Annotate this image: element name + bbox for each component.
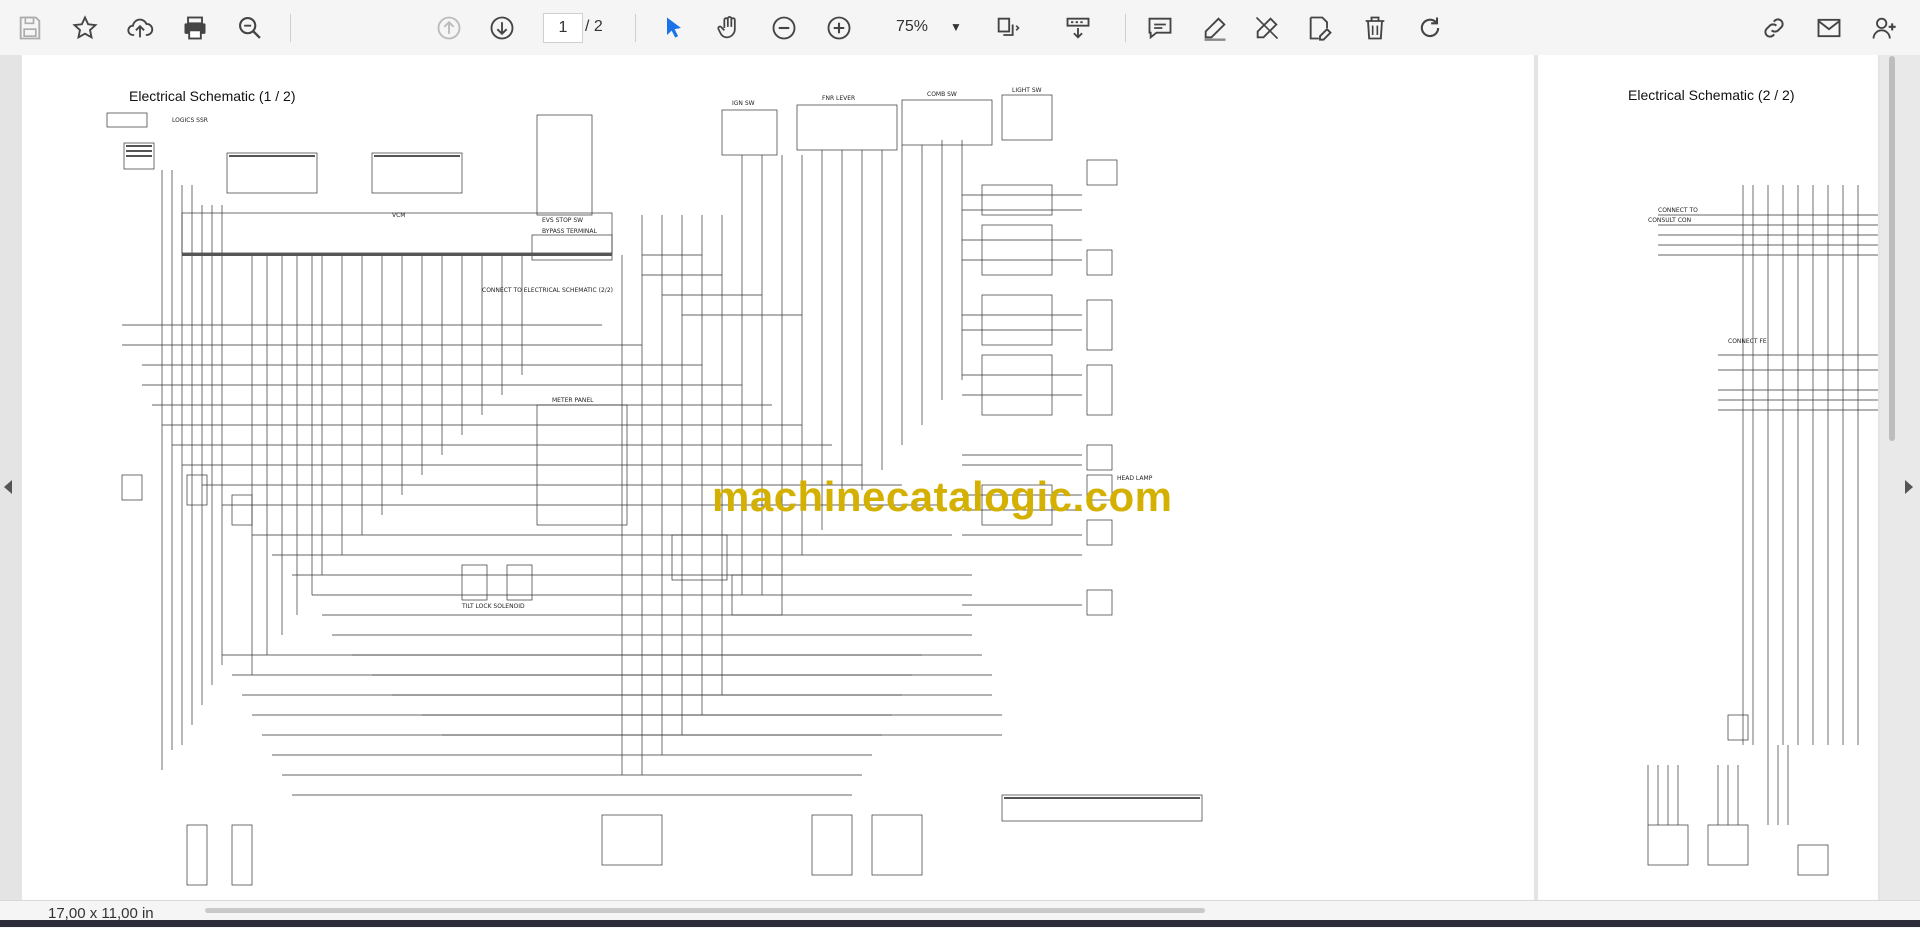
email-icon[interactable] xyxy=(1811,10,1847,46)
save-icon[interactable] xyxy=(12,10,48,46)
connect-label: CONNECT TO ELECTRICAL SCHEMATIC (2/2) xyxy=(482,287,613,294)
arrow-down-circle-icon[interactable] xyxy=(484,10,520,46)
comb-label: COMB SW xyxy=(927,91,957,98)
share-link-icon[interactable] xyxy=(1756,10,1792,46)
bypass-label: BYPASS TERMINAL xyxy=(542,228,597,235)
zoom-select[interactable]: 75% ▼ xyxy=(880,12,970,42)
schematic-wiring-page-2 xyxy=(1647,185,1878,876)
pen-icon[interactable] xyxy=(1197,10,1233,46)
comment-icon[interactable] xyxy=(1142,10,1178,46)
consult-label: CONSULT CON xyxy=(1648,217,1692,224)
fit-page-icon[interactable] xyxy=(990,10,1026,46)
document-viewer[interactable]: Electrical Schematic (1 / 2) LOGICS SSR … xyxy=(0,55,1920,900)
star-icon[interactable] xyxy=(67,10,103,46)
toolbar-separator xyxy=(1125,14,1126,42)
trash-icon[interactable] xyxy=(1357,10,1393,46)
zoom-in-icon[interactable] xyxy=(821,10,857,46)
previous-page-arrow-icon[interactable] xyxy=(4,480,12,494)
logic-ssr-label: LOGICS SSR xyxy=(172,117,208,124)
printer-icon[interactable] xyxy=(177,10,213,46)
page-number-input[interactable]: 1 xyxy=(543,13,583,43)
hand-icon[interactable] xyxy=(711,10,747,46)
next-page-arrow-icon[interactable] xyxy=(1905,480,1913,494)
vcm-label: VCM xyxy=(392,212,406,219)
chevron-down-icon: ▼ xyxy=(950,20,962,34)
taskbar-strip xyxy=(0,920,1920,927)
draw-icon[interactable] xyxy=(1249,10,1285,46)
connect-fe-label: CONNECT FE xyxy=(1728,338,1767,345)
toolbar-separator xyxy=(290,14,291,42)
edit-text-icon[interactable] xyxy=(1302,10,1338,46)
zoom-value: 75% xyxy=(896,18,929,35)
connect-to-label: CONNECT TO xyxy=(1658,207,1698,214)
cursor-icon[interactable] xyxy=(656,10,692,46)
toolbar-separator xyxy=(635,14,636,42)
meter-label: METER PANEL xyxy=(552,397,594,404)
add-user-icon[interactable] xyxy=(1866,10,1902,46)
vertical-scroll-thumb[interactable] xyxy=(1889,56,1895,441)
arrow-up-circle-icon[interactable] xyxy=(431,10,467,46)
vertical-scrollbar[interactable] xyxy=(1880,55,1920,900)
scroll-mode-icon[interactable] xyxy=(1060,10,1096,46)
page-total-label: / 2 xyxy=(585,18,603,35)
light-label: LIGHT SW xyxy=(1012,87,1042,94)
ign-label: IGN SW xyxy=(732,100,755,107)
watermark-text: machinecatalogic.com xyxy=(712,473,1173,520)
zoom-out-icon[interactable] xyxy=(766,10,802,46)
horizontal-scroll-thumb[interactable] xyxy=(205,908,1205,913)
document-page-2: Electrical Schematic (2 / 2) CONNECT TO … xyxy=(1538,55,1878,900)
fnr-label: FNR LEVER xyxy=(822,95,856,102)
rotate-icon[interactable] xyxy=(1412,10,1448,46)
main-toolbar: 1 / 2 75% ▼ xyxy=(0,0,1920,56)
cloud-upload-icon[interactable] xyxy=(122,10,158,46)
page-2-title: Electrical Schematic (2 / 2) xyxy=(1628,87,1795,103)
tilt-lock-label: TILT LOCK SOLENOID xyxy=(462,603,525,610)
zoom-search-icon[interactable] xyxy=(232,10,268,46)
evs-label: EVS STOP SW xyxy=(542,217,584,224)
